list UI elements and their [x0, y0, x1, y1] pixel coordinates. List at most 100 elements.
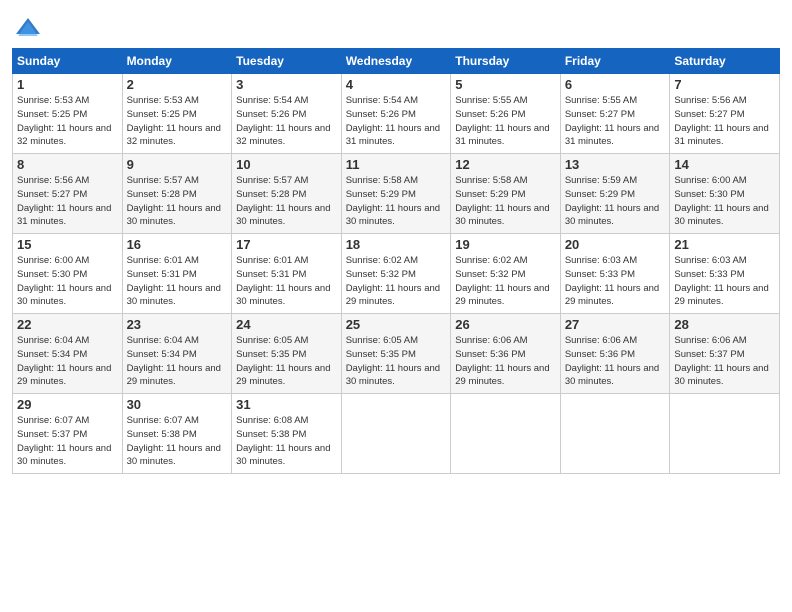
- day-info: Sunrise: 6:02 AMSunset: 5:32 PMDaylight:…: [455, 254, 556, 309]
- calendar-cell: 25 Sunrise: 6:05 AMSunset: 5:35 PMDayligh…: [341, 314, 451, 394]
- logo: [12, 14, 42, 42]
- day-number: 20: [565, 237, 666, 252]
- calendar-cell: 20 Sunrise: 6:03 AMSunset: 5:33 PMDayligh…: [560, 234, 670, 314]
- day-info: Sunrise: 6:07 AMSunset: 5:38 PMDaylight:…: [127, 414, 228, 469]
- calendar-cell: 4 Sunrise: 5:54 AMSunset: 5:26 PMDaylight…: [341, 74, 451, 154]
- calendar-cell: 6 Sunrise: 5:55 AMSunset: 5:27 PMDaylight…: [560, 74, 670, 154]
- calendar-cell: 28Sunrise: 6:06 AMSunset: 5:37 PMDayligh…: [670, 314, 780, 394]
- calendar-week-row: 8Sunrise: 5:56 AMSunset: 5:27 PMDaylight…: [13, 154, 780, 234]
- calendar-cell: 12 Sunrise: 5:58 AMSunset: 5:29 PMDayligh…: [451, 154, 561, 234]
- day-info: Sunrise: 5:55 AMSunset: 5:27 PMDaylight:…: [565, 94, 666, 149]
- day-number: 5: [455, 77, 556, 92]
- day-info: Sunrise: 6:03 AMSunset: 5:33 PMDaylight:…: [674, 254, 775, 309]
- day-info: Sunrise: 6:06 AMSunset: 5:37 PMDaylight:…: [674, 334, 775, 389]
- calendar-cell: [341, 394, 451, 474]
- calendar-cell: 21 Sunrise: 6:03 AMSunset: 5:33 PMDayligh…: [670, 234, 780, 314]
- day-number: 31: [236, 397, 337, 412]
- day-number: 14: [674, 157, 775, 172]
- day-number: 9: [127, 157, 228, 172]
- day-number: 29: [17, 397, 118, 412]
- day-number: 1: [17, 77, 118, 92]
- day-number: 3: [236, 77, 337, 92]
- day-number: 2: [127, 77, 228, 92]
- calendar-cell: 19 Sunrise: 6:02 AMSunset: 5:32 PMDayligh…: [451, 234, 561, 314]
- calendar-cell: 30Sunrise: 6:07 AMSunset: 5:38 PMDayligh…: [122, 394, 232, 474]
- day-info: Sunrise: 6:07 AMSunset: 5:37 PMDaylight:…: [17, 414, 118, 469]
- day-number: 17: [236, 237, 337, 252]
- calendar-cell: 17 Sunrise: 6:01 AMSunset: 5:31 PMDayligh…: [232, 234, 342, 314]
- page-container: SundayMondayTuesdayWednesdayThursdayFrid…: [0, 0, 792, 482]
- calendar-week-row: 29 Sunrise: 6:07 AMSunset: 5:37 PMDayligh…: [13, 394, 780, 474]
- calendar-table: SundayMondayTuesdayWednesdayThursdayFrid…: [12, 48, 780, 474]
- calendar-week-row: 15 Sunrise: 6:00 AMSunset: 5:30 PMDayligh…: [13, 234, 780, 314]
- day-info: Sunrise: 6:08 AMSunset: 5:38 PMDaylight:…: [236, 414, 337, 469]
- calendar-cell: 18Sunrise: 6:02 AMSunset: 5:32 PMDayligh…: [341, 234, 451, 314]
- calendar-cell: 22Sunrise: 6:04 AMSunset: 5:34 PMDayligh…: [13, 314, 123, 394]
- day-info: Sunrise: 6:06 AMSunset: 5:36 PMDaylight:…: [565, 334, 666, 389]
- calendar-cell: 2 Sunrise: 5:53 AMSunset: 5:25 PMDaylight…: [122, 74, 232, 154]
- calendar-cell: [451, 394, 561, 474]
- calendar-cell: 13 Sunrise: 5:59 AMSunset: 5:29 PMDayligh…: [560, 154, 670, 234]
- day-info: Sunrise: 5:56 AMSunset: 5:27 PMDaylight:…: [17, 174, 118, 229]
- day-info: Sunrise: 5:57 AMSunset: 5:28 PMDaylight:…: [236, 174, 337, 229]
- day-number: 23: [127, 317, 228, 332]
- day-number: 25: [346, 317, 447, 332]
- day-info: Sunrise: 6:01 AMSunset: 5:31 PMDaylight:…: [236, 254, 337, 309]
- header-wednesday: Wednesday: [341, 49, 451, 74]
- day-number: 27: [565, 317, 666, 332]
- day-info: Sunrise: 5:58 AMSunset: 5:29 PMDaylight:…: [455, 174, 556, 229]
- header-tuesday: Tuesday: [232, 49, 342, 74]
- calendar-cell: 11Sunrise: 5:58 AMSunset: 5:29 PMDayligh…: [341, 154, 451, 234]
- day-number: 16: [127, 237, 228, 252]
- header: [12, 10, 780, 42]
- calendar-cell: 15 Sunrise: 6:00 AMSunset: 5:30 PMDayligh…: [13, 234, 123, 314]
- day-number: 13: [565, 157, 666, 172]
- calendar-cell: 5 Sunrise: 5:55 AMSunset: 5:26 PMDaylight…: [451, 74, 561, 154]
- header-sunday: Sunday: [13, 49, 123, 74]
- day-number: 11: [346, 157, 447, 172]
- day-number: 19: [455, 237, 556, 252]
- day-info: Sunrise: 6:05 AMSunset: 5:35 PMDaylight:…: [346, 334, 447, 389]
- calendar-cell: 23Sunrise: 6:04 AMSunset: 5:34 PMDayligh…: [122, 314, 232, 394]
- day-number: 21: [674, 237, 775, 252]
- day-number: 15: [17, 237, 118, 252]
- day-info: Sunrise: 6:01 AMSunset: 5:31 PMDaylight:…: [127, 254, 228, 309]
- day-number: 6: [565, 77, 666, 92]
- header-thursday: Thursday: [451, 49, 561, 74]
- calendar-cell: 7Sunrise: 5:56 AMSunset: 5:27 PMDaylight…: [670, 74, 780, 154]
- header-monday: Monday: [122, 49, 232, 74]
- calendar-cell: [560, 394, 670, 474]
- calendar-cell: [670, 394, 780, 474]
- day-number: 10: [236, 157, 337, 172]
- calendar-week-row: 1 Sunrise: 5:53 AMSunset: 5:25 PMDaylight…: [13, 74, 780, 154]
- logo-icon: [14, 14, 42, 42]
- calendar-header-row: SundayMondayTuesdayWednesdayThursdayFrid…: [13, 49, 780, 74]
- day-info: Sunrise: 6:05 AMSunset: 5:35 PMDaylight:…: [236, 334, 337, 389]
- calendar-cell: 9 Sunrise: 5:57 AMSunset: 5:28 PMDaylight…: [122, 154, 232, 234]
- day-number: 24: [236, 317, 337, 332]
- calendar-cell: 26Sunrise: 6:06 AMSunset: 5:36 PMDayligh…: [451, 314, 561, 394]
- header-friday: Friday: [560, 49, 670, 74]
- day-info: Sunrise: 6:00 AMSunset: 5:30 PMDaylight:…: [17, 254, 118, 309]
- calendar-cell: 31 Sunrise: 6:08 AMSunset: 5:38 PMDayligh…: [232, 394, 342, 474]
- calendar-cell: 14 Sunrise: 6:00 AMSunset: 5:30 PMDayligh…: [670, 154, 780, 234]
- header-saturday: Saturday: [670, 49, 780, 74]
- day-info: Sunrise: 5:53 AMSunset: 5:25 PMDaylight:…: [17, 94, 118, 149]
- day-info: Sunrise: 5:59 AMSunset: 5:29 PMDaylight:…: [565, 174, 666, 229]
- day-info: Sunrise: 5:57 AMSunset: 5:28 PMDaylight:…: [127, 174, 228, 229]
- day-number: 12: [455, 157, 556, 172]
- day-number: 22: [17, 317, 118, 332]
- day-info: Sunrise: 5:54 AMSunset: 5:26 PMDaylight:…: [236, 94, 337, 149]
- calendar-cell: 10 Sunrise: 5:57 AMSunset: 5:28 PMDayligh…: [232, 154, 342, 234]
- day-info: Sunrise: 6:00 AMSunset: 5:30 PMDaylight:…: [674, 174, 775, 229]
- day-info: Sunrise: 5:53 AMSunset: 5:25 PMDaylight:…: [127, 94, 228, 149]
- calendar-cell: 3 Sunrise: 5:54 AMSunset: 5:26 PMDaylight…: [232, 74, 342, 154]
- day-info: Sunrise: 5:55 AMSunset: 5:26 PMDaylight:…: [455, 94, 556, 149]
- day-info: Sunrise: 5:54 AMSunset: 5:26 PMDaylight:…: [346, 94, 447, 149]
- calendar-cell: 1 Sunrise: 5:53 AMSunset: 5:25 PMDaylight…: [13, 74, 123, 154]
- day-number: 18: [346, 237, 447, 252]
- day-number: 4: [346, 77, 447, 92]
- day-info: Sunrise: 6:03 AMSunset: 5:33 PMDaylight:…: [565, 254, 666, 309]
- day-number: 7: [674, 77, 775, 92]
- calendar-week-row: 22Sunrise: 6:04 AMSunset: 5:34 PMDayligh…: [13, 314, 780, 394]
